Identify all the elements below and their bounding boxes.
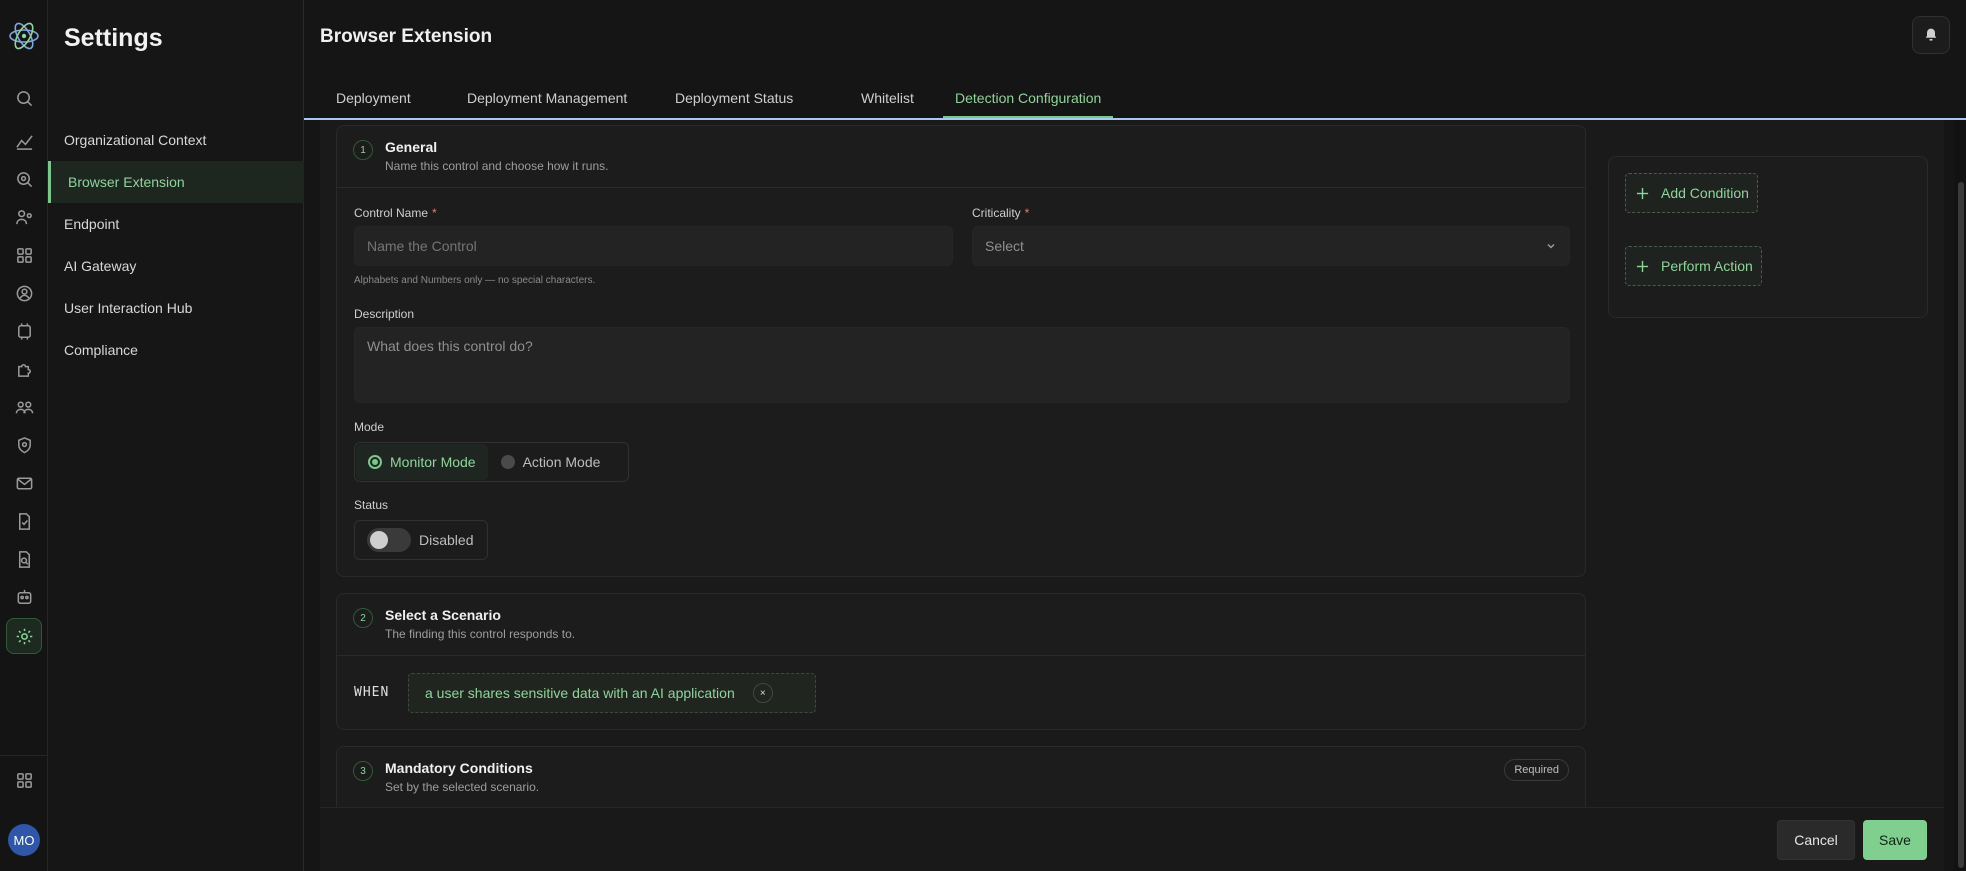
mandatory-header: 3 Mandatory Conditions Set by the select… [337,747,1585,809]
status-toggle-group: Disabled [354,520,488,560]
mode-label: Mode [354,420,385,434]
tab-deployment-status[interactable]: Deployment Status [663,88,805,118]
step-title: Select a Scenario [385,607,501,623]
action-mode-option[interactable]: Action Mode [489,443,613,481]
sidebar-item-organizational-context[interactable]: Organizational Context [48,119,304,161]
sidebar-item-ai-gateway[interactable]: AI Gateway [48,245,304,287]
when-label: WHEN [354,685,390,700]
description-label: Description [354,307,415,321]
team-icon[interactable] [6,389,42,425]
robot-icon[interactable] [6,579,42,615]
plus-icon [1636,187,1649,199]
control-name-input[interactable] [354,226,953,266]
add-condition-button[interactable]: Add Condition [1625,173,1758,213]
apps-grid-icon[interactable] [6,237,42,273]
document-check-icon[interactable] [6,503,42,539]
step-subtitle: The finding this control responds to. [385,627,576,641]
tab-whitelist[interactable]: Whitelist [849,88,926,118]
gear-icon[interactable] [6,618,42,654]
sidebar-item-browser-extension[interactable]: Browser Extension [48,161,304,203]
actions-side-panel: Add Condition Perform Action [1608,156,1928,318]
step-number: 2 [353,608,373,628]
required-badge: Required [1504,759,1569,781]
tab-deployment[interactable]: Deployment [324,88,423,118]
criticality-select[interactable]: Select [972,226,1570,266]
control-name-hint: Alphabets and Numbers only — no special … [354,275,596,286]
file-search-icon[interactable] [6,541,42,577]
plus-icon [1636,260,1649,272]
sidebar-title: Settings [64,24,163,52]
control-name-label: Control Name * [354,206,437,220]
scenario-card: 2 Select a Scenario The finding this con… [336,593,1586,730]
step-number: 3 [353,761,373,781]
scrollbar-thumb[interactable] [1958,182,1964,868]
ai-scan-icon[interactable] [6,161,42,197]
search-icon[interactable] [6,80,42,116]
criticality-label: Criticality * [972,206,1030,220]
step-subtitle: Set by the selected scenario. [385,780,540,794]
logo-icon[interactable] [7,19,41,53]
sidebar-item-user-interaction-hub[interactable]: User Interaction Hub [48,287,304,329]
general-header: 1 General Name this control and choose h… [337,126,1585,188]
tab-bar: Deployment Deployment Management Deploym… [304,80,1966,120]
page-header: Browser Extension Deployment Deployment … [304,0,1966,120]
tab-detection-configuration[interactable]: Detection Configuration [943,88,1114,118]
scenario-chip[interactable]: a user shares sensitive data with an AI … [408,673,816,713]
sidebar-item-compliance[interactable]: Compliance [48,329,304,371]
sidebar-item-endpoint[interactable]: Endpoint [48,203,304,245]
users-graph-icon[interactable] [6,199,42,235]
monitor-mode-option[interactable]: Monitor Mode [356,444,488,480]
puzzle-icon[interactable] [6,351,42,387]
mode-radio-group: Monitor Mode Action Mode [354,442,629,482]
description-textarea[interactable]: What does this control do? [354,327,1570,403]
settings-sidebar: Settings Organizational Context Browser … [48,0,304,871]
icon-rail: MO [0,0,48,871]
status-toggle[interactable] [367,528,411,552]
chevron-down-icon [1547,243,1555,249]
step-title: General [385,139,438,155]
ai-chip-icon[interactable] [6,313,42,349]
step-title: Mandatory Conditions [385,760,533,776]
general-card: 1 General Name this control and choose h… [336,125,1586,577]
scenario-chip-text: a user shares sensitive data with an AI … [425,685,735,701]
rail-divider [0,755,48,756]
step-subtitle: Name this control and choose how it runs… [385,159,609,173]
save-button[interactable]: Save [1863,820,1927,860]
avatar[interactable]: MO [8,824,40,856]
step-number: 1 [353,140,373,160]
user-circle-icon[interactable] [6,275,42,311]
close-icon[interactable]: × [752,683,773,703]
grid-apps-icon[interactable] [6,762,42,798]
notifications-button[interactable] [1912,16,1950,54]
radio-selected-icon [368,455,382,469]
radio-unselected-icon [500,455,515,469]
tab-deployment-management[interactable]: Deployment Management [455,88,639,118]
settings-nav: Organizational Context Browser Extension… [48,119,304,371]
bell-icon [1925,28,1937,41]
page-title: Browser Extension [320,26,493,47]
scenario-header: 2 Select a Scenario The finding this con… [337,594,1585,656]
cancel-button[interactable]: Cancel [1777,820,1855,860]
mail-icon[interactable] [6,465,42,501]
form-footer [320,807,1944,871]
status-value: Disabled [419,532,474,548]
analytics-icon[interactable] [6,123,42,159]
perform-action-button[interactable]: Perform Action [1625,246,1762,286]
shield-search-icon[interactable] [6,427,42,463]
status-label: Status [354,498,389,512]
